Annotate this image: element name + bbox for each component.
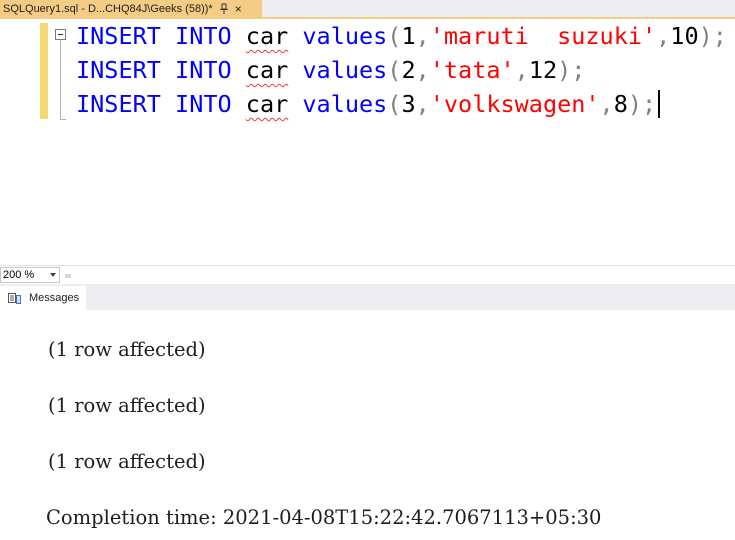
keyword: INSERT (76, 56, 161, 84)
outline-line (60, 40, 61, 120)
punctuation: , (656, 22, 671, 50)
collapse-icon[interactable] (55, 29, 66, 40)
keyword: INTO (175, 56, 232, 84)
tab-messages-label: Messages (29, 292, 80, 304)
query-editor[interactable]: INSERT INTO car values(1,'maruti suzuki'… (0, 19, 735, 264)
punctuation: , (415, 56, 430, 84)
outline-end (60, 119, 66, 120)
punctuation: , (415, 22, 430, 50)
punctuation: , (415, 90, 430, 118)
string-literal: 'maruti suzuki' (429, 22, 657, 50)
code-line-3[interactable]: INSERT INTO car values(3,'volkswagen',8)… (76, 87, 661, 121)
tab-title: SQLQuery1.sql - D...CHQ84J\Geeks (58))* (3, 2, 213, 15)
pin-icon[interactable] (219, 3, 229, 15)
punctuation: ); (698, 22, 727, 50)
tab-messages[interactable]: Messages (0, 286, 86, 310)
zoom-bar: 200 % (0, 265, 735, 285)
zoom-value: 200 % (3, 269, 35, 281)
document-tab-strip: SQLQuery1.sql - D...CHQ84J\Geeks (58))* … (0, 0, 735, 19)
punctuation: , (599, 90, 614, 118)
keyword: values (302, 22, 388, 50)
results-tab-strip: Messages (0, 284, 735, 310)
punctuation: ); (557, 56, 586, 84)
code-line-2[interactable]: INSERT INTO car values(2,'tata',12); (76, 53, 585, 87)
punctuation: ( (387, 90, 402, 118)
number: 10 (670, 22, 699, 50)
keyword: INTO (175, 22, 232, 50)
keyword: INSERT (76, 22, 161, 50)
text-caret (658, 90, 661, 118)
punctuation: ( (387, 56, 402, 84)
keyword: INTO (175, 90, 232, 118)
splitter-grip-icon[interactable] (65, 273, 71, 278)
message-line: (1 row affected) (48, 338, 206, 361)
table-name: car (245, 22, 289, 50)
table-name: car (245, 90, 289, 118)
chevron-down-icon[interactable] (50, 273, 56, 277)
string-literal: 'tata' (429, 56, 515, 84)
number: 1 (401, 22, 416, 50)
punctuation: ); (627, 90, 657, 118)
messages-pane[interactable]: (1 row affected) (1 row affected) (1 row… (0, 310, 735, 540)
punctuation: ( (387, 22, 402, 50)
message-line: (1 row affected) (48, 450, 206, 473)
keyword: values (302, 90, 388, 118)
punctuation: , (514, 56, 529, 84)
number: 8 (613, 90, 628, 118)
completion-time: Completion time: 2021-04-08T15:22:42.706… (46, 506, 602, 529)
keyword: INSERT (76, 90, 161, 118)
number: 2 (401, 56, 416, 84)
number: 3 (401, 90, 416, 118)
number: 12 (528, 56, 558, 84)
close-icon[interactable]: × (235, 3, 242, 15)
keyword: values (302, 56, 388, 84)
string-literal: 'volkswagen' (429, 90, 600, 118)
table-name: car (245, 56, 289, 84)
change-marker (40, 23, 48, 119)
tab-sqlquery1[interactable]: SQLQuery1.sql - D...CHQ84J\Geeks (58))* … (0, 0, 262, 17)
zoom-dropdown[interactable]: 200 % (0, 267, 60, 283)
messages-icon (8, 292, 21, 304)
code-line-1[interactable]: INSERT INTO car values(1,'maruti suzuki'… (76, 19, 727, 53)
message-line: (1 row affected) (48, 394, 206, 417)
